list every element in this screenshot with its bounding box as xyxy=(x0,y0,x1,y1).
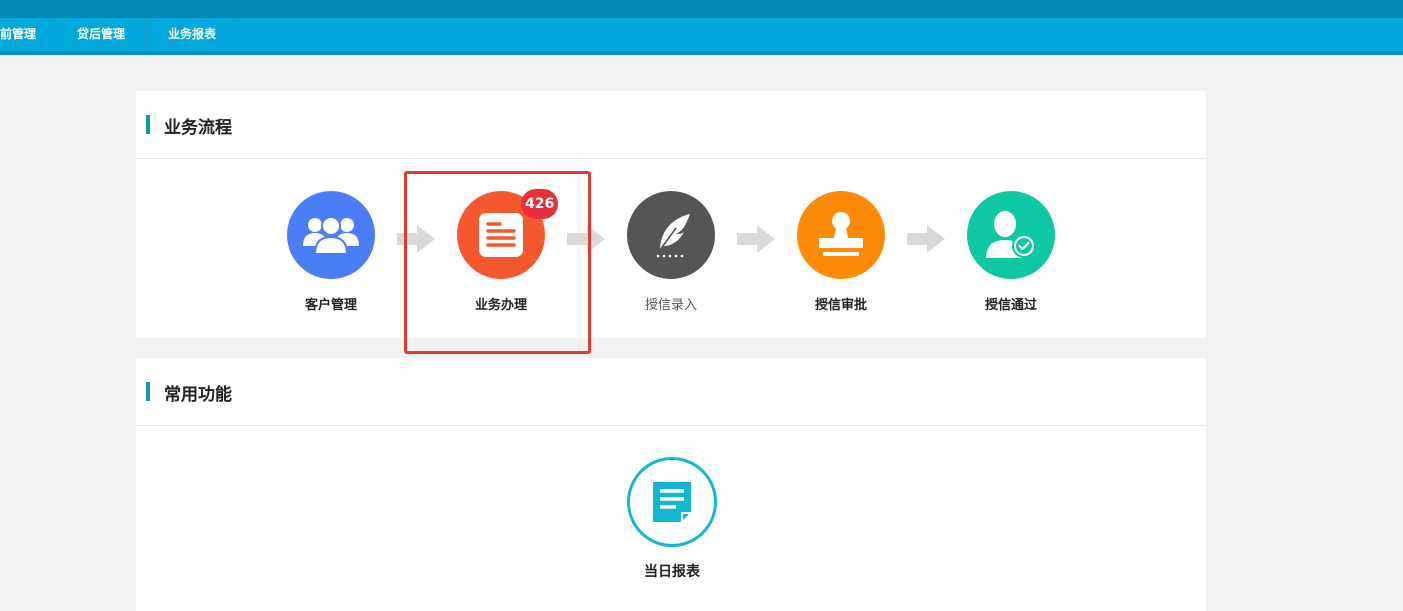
quill-icon xyxy=(627,191,715,279)
arrow-right-icon xyxy=(397,225,435,253)
users-icon xyxy=(287,191,375,279)
main-nav: 前管理 贷后管理 业务报表 xyxy=(0,18,1403,55)
notification-badge: 426 xyxy=(521,189,559,219)
report-icon xyxy=(627,457,717,547)
process-panel-title: 业务流程 xyxy=(164,118,232,138)
nav-item-pre-loan[interactable]: 前管理 xyxy=(0,18,56,51)
nav-item-post-loan[interactable]: 贷后管理 xyxy=(56,18,147,51)
step-credit-approval[interactable]: 授信审批 xyxy=(781,191,901,313)
daily-report-shortcut[interactable]: 当日报表 xyxy=(612,457,732,581)
title-accent-bar xyxy=(146,382,150,401)
step-label: 授信录入 xyxy=(644,298,697,313)
stamp-icon xyxy=(797,191,885,279)
common-panel-header: 常用功能 xyxy=(136,358,1206,426)
step-customer-management[interactable]: 客户管理 xyxy=(271,191,391,313)
step-label: 授信审批 xyxy=(814,298,867,313)
step-business-handling[interactable]: 426 业务办理 xyxy=(441,189,561,313)
common-panel-title: 常用功能 xyxy=(164,385,232,405)
step-label: 授信通过 xyxy=(984,298,1037,313)
arrow-right-icon xyxy=(907,225,945,253)
arrow-right-icon xyxy=(737,225,775,253)
title-accent-bar xyxy=(146,115,150,134)
step-label: 业务办理 xyxy=(474,298,527,313)
top-header-bar xyxy=(0,0,1403,18)
arrow-right-icon xyxy=(567,225,605,253)
step-credit-entry[interactable]: 授信录入 xyxy=(611,191,731,313)
document-list-icon: 426 xyxy=(457,189,559,279)
step-label: 客户管理 xyxy=(304,298,357,313)
step-credit-passed[interactable]: 授信通过 xyxy=(951,191,1071,313)
process-panel-header: 业务流程 xyxy=(136,91,1206,159)
shortcut-label: 当日报表 xyxy=(644,564,700,580)
nav-item-reports[interactable]: 业务报表 xyxy=(147,18,238,51)
user-check-icon xyxy=(967,191,1055,279)
